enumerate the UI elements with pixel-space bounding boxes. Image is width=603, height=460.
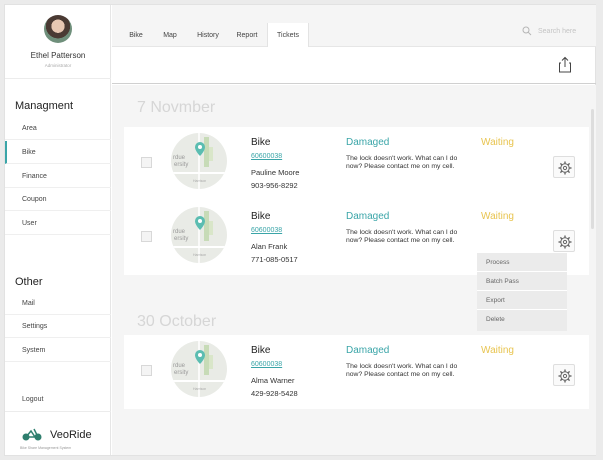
svg-text:rdue: rdue [173, 155, 186, 161]
scrollbar[interactable] [591, 109, 594, 229]
reporter-phone: 903-956-8292 [251, 181, 298, 190]
ticket-card: rdue ersity Harrison Bike 60600038 Alma … [124, 335, 589, 409]
bike-logo-icon [22, 428, 42, 441]
map-thumbnail[interactable]: rdue ersity Harrison [171, 133, 227, 189]
ticket-actions-button[interactable] [553, 230, 575, 252]
sidebar-item-system[interactable]: System [5, 339, 111, 362]
logout-link[interactable]: Logout [22, 396, 43, 403]
tab-report[interactable]: Report [232, 23, 262, 47]
gear-icon [558, 369, 572, 383]
ticket-description: The lock doesn't work. What can I do now… [346, 229, 458, 244]
date-group-title: 7 Novmber [137, 99, 216, 116]
menu-item-export[interactable]: Export [477, 291, 567, 310]
management-section-title: Managment [15, 100, 74, 112]
share-icon[interactable] [556, 56, 574, 74]
ticket-state: Waiting [481, 211, 514, 222]
reporter-name: Alan Frank [251, 242, 288, 251]
sidebar-item-settings[interactable]: Settings [5, 315, 111, 338]
ticket-state: Waiting [481, 345, 514, 356]
menu-item-process[interactable]: Process [477, 253, 567, 272]
search-input[interactable]: Search here [538, 28, 576, 35]
bike-id-link[interactable]: 60600038 [251, 227, 282, 234]
brand-tagline: Bike Share Management System [20, 446, 72, 450]
top-bar: Bike Map History Report Tickets Search h… [112, 5, 596, 47]
bike-id-link[interactable]: 60600038 [251, 361, 282, 368]
map-thumbnail[interactable]: rdue ersity Harrison [171, 341, 227, 397]
ticket-card: rdue ersity Harrison Bike 60600038 Pauli… [124, 127, 589, 201]
tab-bike[interactable]: Bike [122, 23, 150, 47]
reporter-phone: 771-085-0517 [251, 255, 298, 264]
svg-text:Harrison: Harrison [193, 253, 206, 257]
svg-text:ersity: ersity [174, 370, 188, 376]
tab-history[interactable]: History [192, 23, 224, 47]
ticket-type: Bike [251, 345, 271, 356]
app-window: Ethel Patterson Administrator Managment … [4, 4, 596, 456]
ticket-state: Waiting [481, 137, 514, 148]
svg-text:ersity: ersity [174, 236, 188, 242]
ticket-type: Bike [251, 211, 271, 222]
sidebar-item-finance[interactable]: Finance [5, 165, 111, 188]
user-role: Administrator [44, 63, 72, 68]
ticket-status: Damaged [346, 211, 390, 222]
search-icon[interactable] [522, 26, 532, 36]
svg-text:Harrison: Harrison [193, 179, 206, 183]
toolbar [112, 48, 596, 84]
svg-text:Harrison: Harrison [193, 387, 206, 391]
actions-dropdown-menu: Process Batch Pass Export Delete [477, 253, 567, 331]
ticket-checkbox[interactable] [141, 231, 152, 242]
svg-text:ersity: ersity [174, 162, 188, 168]
svg-text:rdue: rdue [173, 229, 186, 235]
ticket-checkbox[interactable] [141, 157, 152, 168]
gear-icon [558, 235, 572, 249]
reporter-name: Pauline Moore [251, 168, 300, 177]
reporter-phone: 429-928-5428 [251, 389, 298, 398]
ticket-type: Bike [251, 137, 271, 148]
sidebar-item-user[interactable]: User [5, 212, 111, 235]
reporter-name: Alma Warner [251, 376, 295, 385]
other-section-title: Other [15, 276, 43, 288]
user-name: Ethel Patterson [30, 51, 86, 60]
user-profile: Ethel Patterson Administrator [5, 5, 111, 79]
gear-icon [558, 161, 572, 175]
brand-logo: VeoRide Bike Share Management System [5, 411, 111, 455]
menu-item-delete[interactable]: Delete [477, 310, 567, 329]
ticket-actions-button[interactable] [553, 364, 575, 386]
ticket-status: Damaged [346, 345, 390, 356]
ticket-checkbox[interactable] [141, 365, 152, 376]
ticket-description: The lock doesn't work. What can I do now… [346, 363, 458, 378]
tab-map[interactable]: Map [156, 23, 184, 47]
sidebar-item-coupon[interactable]: Coupon [5, 188, 111, 211]
ticket-actions-button[interactable] [553, 156, 575, 178]
sidebar-item-mail[interactable]: Mail [5, 292, 111, 315]
bike-id-link[interactable]: 60600038 [251, 153, 282, 160]
tab-tickets[interactable]: Tickets [267, 23, 309, 47]
date-group-title: 30 October [137, 313, 217, 330]
avatar[interactable] [44, 15, 72, 43]
menu-item-batch-pass[interactable]: Batch Pass [477, 272, 567, 291]
map-thumbnail[interactable]: rdue ersity Harrison [171, 207, 227, 263]
ticket-list: 7 Novmber rdue ersity Harrison Bike 6060… [112, 85, 596, 455]
svg-text:rdue: rdue [173, 363, 186, 369]
sidebar-item-bike[interactable]: Bike [5, 141, 111, 164]
ticket-description: The lock doesn't work. What can I do now… [346, 155, 458, 170]
brand-name: VeoRide [50, 429, 92, 441]
ticket-status: Damaged [346, 137, 390, 148]
sidebar-item-area[interactable]: Area [5, 117, 111, 140]
sidebar: Ethel Patterson Administrator Managment … [5, 5, 111, 455]
